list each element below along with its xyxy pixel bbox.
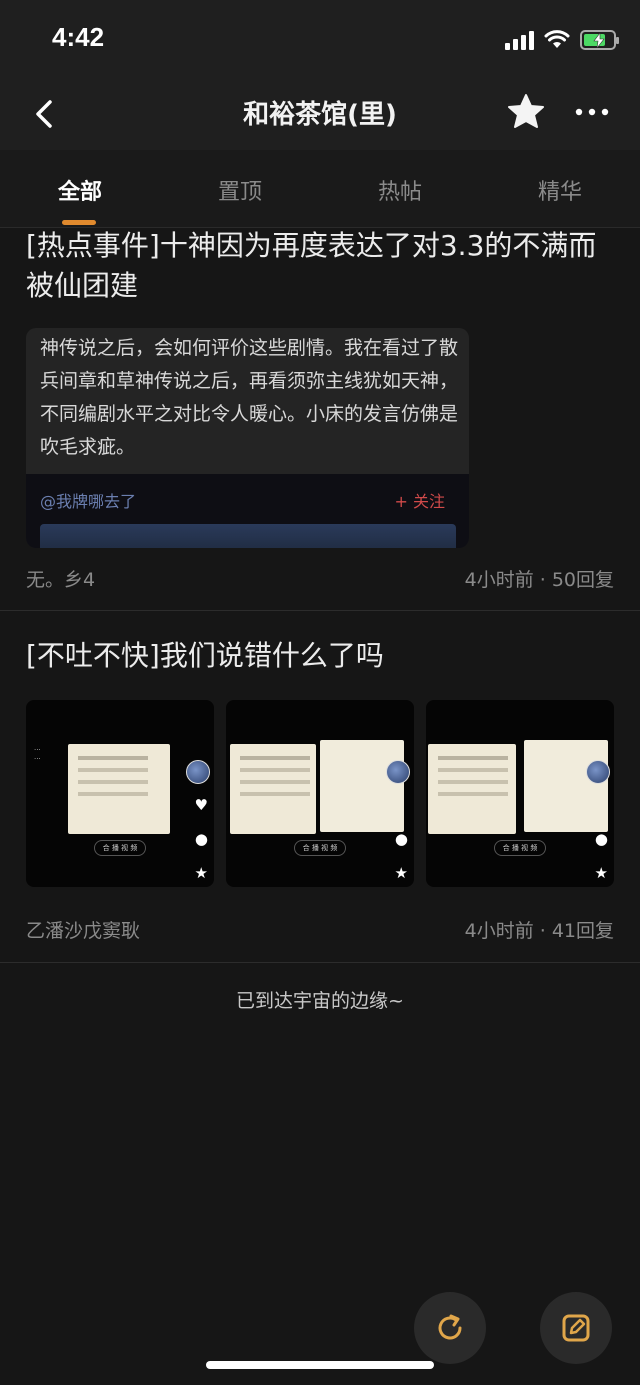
tab-pinned[interactable]: 置顶 — [180, 174, 300, 206]
more-icon[interactable] — [570, 92, 614, 132]
divider — [0, 610, 640, 611]
status-icons — [505, 28, 619, 52]
home-indicator[interactable] — [206, 1361, 434, 1369]
status-time: 4:42 — [52, 22, 105, 52]
star-icon: ★ — [194, 864, 208, 882]
post-author[interactable]: 无。乡4 — [26, 565, 95, 592]
thumb-screenshot — [524, 740, 608, 832]
end-of-list-text: 已到达宇宙的边缘~ — [236, 990, 404, 1012]
refresh-button[interactable] — [414, 1292, 486, 1364]
avatar — [186, 760, 210, 784]
star-icon: ★ — [394, 864, 408, 882]
thumb-screenshot — [230, 744, 316, 834]
post-author[interactable]: 乙潘沙戊窦耿 — [26, 916, 140, 943]
edit-icon — [562, 1314, 590, 1342]
tab-featured[interactable]: 精华 — [500, 174, 620, 206]
comment-icon: ● — [394, 830, 408, 848]
comment-icon: ● — [594, 830, 608, 848]
heart-icon: ♥ — [194, 796, 208, 814]
tab-all[interactable]: 全部 — [20, 174, 140, 206]
wifi-icon — [544, 30, 570, 48]
preview-text: 神传说之后，会如何评价这些剧情。我在看过了散兵间章和草神传说之后，再看须弥主线犹… — [40, 337, 459, 458]
preview-username: @我牌哪去了 — [40, 492, 137, 511]
signal-icon — [505, 30, 534, 50]
thumb-screenshot — [428, 744, 516, 834]
compose-button[interactable] — [540, 1292, 612, 1364]
nav-bar: 和裕茶馆(里) — [0, 80, 640, 150]
preview-footer: @我牌哪去了 + 关注 — [26, 474, 469, 548]
star-icon: ★ — [594, 864, 608, 882]
thumb-button: 合 播 视 频 — [294, 840, 346, 856]
tab-hot[interactable]: 热帖 — [340, 174, 460, 206]
post-thumbnail[interactable]: ··· ··· ♥ ● ★ 合 播 视 频 — [26, 700, 214, 887]
thumb-screenshot — [320, 740, 404, 832]
battery-charging-icon — [580, 30, 619, 50]
post-thumbnail[interactable]: ● ★ 合 播 视 频 — [426, 700, 614, 887]
post-thumbnail[interactable]: ● ★ 合 播 视 频 — [226, 700, 414, 887]
thumb-button: 合 播 视 频 — [94, 840, 146, 856]
preview-picture — [40, 524, 456, 548]
post-meta: 4小时前 · 50回复 — [464, 569, 614, 591]
refresh-icon — [438, 1314, 462, 1340]
divider — [0, 962, 640, 963]
status-bar: 4:42 — [0, 0, 640, 80]
thumb-button: 合 播 视 频 — [494, 840, 546, 856]
thumb-screenshot — [68, 744, 170, 834]
star-icon[interactable] — [506, 92, 546, 132]
post-meta: 4小时前 · 41回复 — [464, 920, 614, 942]
post-preview-image[interactable]: 神传说之后，会如何评价这些剧情。我在看过了散兵间章和草神传说之后，再看须弥主线犹… — [26, 328, 469, 548]
post-title[interactable]: [不吐不快]我们说错什么了吗 — [26, 636, 616, 676]
active-tab-indicator — [62, 220, 96, 225]
avatar — [386, 760, 410, 784]
avatar — [586, 760, 610, 784]
post-title[interactable]: [热点事件]十神因为再度表达了对3.3的不满而被仙团建 — [26, 226, 616, 306]
comment-icon: ● — [194, 830, 208, 848]
preview-follow-label: + 关注 — [394, 492, 446, 511]
tab-bar: 全部 置顶 热帖 精华 — [0, 150, 640, 228]
